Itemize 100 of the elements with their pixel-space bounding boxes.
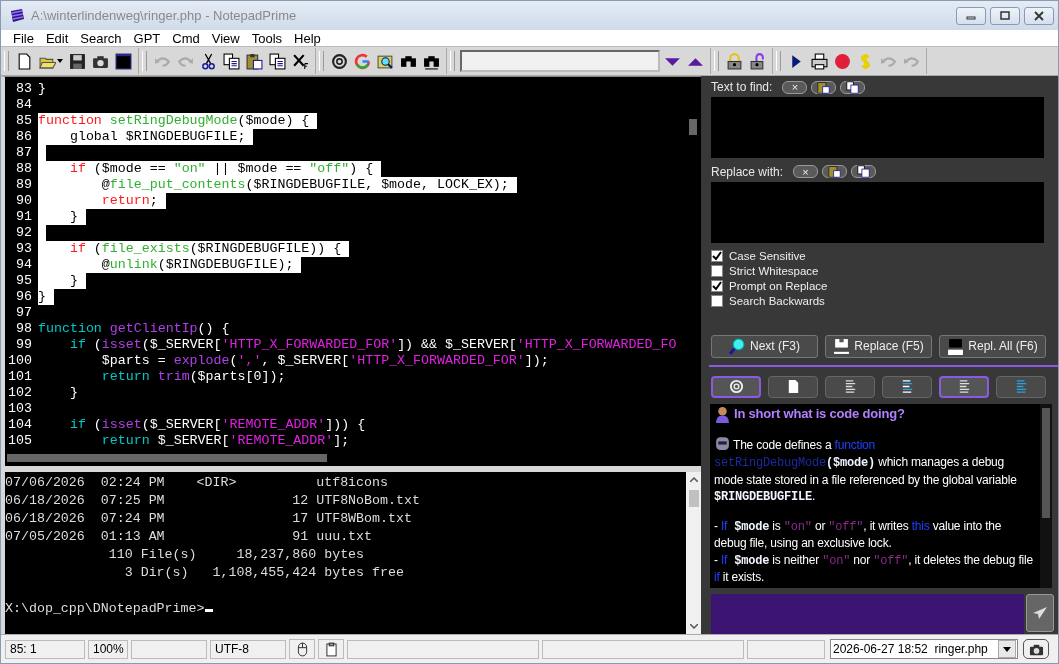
clipboard-icon	[325, 641, 337, 657]
copy-button[interactable]	[851, 165, 877, 179]
menu-item[interactable]: Tools	[245, 30, 289, 46]
menu-item[interactable]: Search	[74, 30, 128, 46]
menu-item[interactable]: View	[205, 30, 246, 46]
user-avatar-icon	[714, 405, 731, 423]
maximize-icon	[999, 10, 1011, 21]
line-number: 84	[15, 97, 32, 113]
paste-button[interactable]	[822, 165, 848, 179]
checkmark-icon	[712, 251, 722, 262]
clipboard-icon	[828, 165, 842, 179]
line-number: 95	[15, 273, 32, 289]
terminal-line: 07/06/2026 02:24 PM <DIR> utf8icons	[5, 474, 389, 492]
paste-button[interactable]	[811, 80, 837, 94]
checkbox[interactable]	[711, 250, 723, 263]
magnifier-icon	[729, 337, 746, 355]
terminal-line: 07/05/2026 01:13 AM 91 uuu.txt	[5, 528, 374, 546]
line-number: 98	[15, 321, 32, 337]
checkbox-label: Case Sensitive	[729, 250, 806, 263]
scrollbar-thumb[interactable]	[689, 119, 697, 135]
checkbox-label: Search Backwards	[729, 295, 825, 308]
text-cursor	[204, 609, 213, 612]
copy-button[interactable]	[840, 80, 866, 94]
menu-item[interactable]: File	[7, 30, 40, 46]
code-line: return $_SERVER['REMOTE_ADDR'];	[100, 433, 350, 449]
line-number: 94	[15, 257, 32, 273]
clear-button[interactable]: ×	[782, 80, 808, 94]
print-icon[interactable]	[809, 50, 830, 72]
cursor-position: 85: 1	[5, 639, 85, 659]
scrollbar[interactable]	[686, 472, 701, 634]
line-number: 88	[15, 161, 32, 177]
line-number: 83	[15, 81, 32, 97]
close-icon	[1033, 10, 1045, 21]
view-tab[interactable]	[825, 375, 875, 398]
menu-item[interactable]: GPT	[127, 30, 167, 46]
copy-icon	[857, 165, 871, 179]
menu-item[interactable]: Cmd	[166, 30, 206, 46]
scrollbar-thumb[interactable]	[1042, 407, 1050, 518]
menu-item[interactable]: Edit	[39, 30, 75, 46]
line-number: 91	[15, 209, 32, 225]
next-button[interactable]: Next (F3)	[711, 334, 818, 358]
close-button[interactable]	[1024, 6, 1054, 25]
menu-item[interactable]: Help	[288, 30, 327, 46]
maximize-button[interactable]	[990, 6, 1020, 25]
replace-button[interactable]: Replace (F5)	[825, 334, 932, 358]
code-line: $parts = explode(',', $_SERVER['HTTP_X_FORWARDED_FOR']);	[100, 353, 549, 369]
code-editor[interactable]	[1, 76, 701, 466]
scroll-down-icon[interactable]	[689, 624, 698, 629]
scroll-up-icon[interactable]	[689, 477, 698, 482]
view-tab[interactable]	[882, 375, 932, 398]
line-number: 87	[15, 145, 32, 161]
view-tab[interactable]	[711, 375, 761, 398]
clear-button[interactable]: ×	[793, 165, 819, 179]
code-line: }	[38, 81, 46, 97]
terminal-line: 110 File(s) 18,237,860 bytes	[107, 546, 366, 564]
checkbox-label: Prompt on Replace	[729, 280, 828, 293]
mouse-button[interactable]	[289, 639, 315, 659]
console-icon[interactable]	[113, 50, 134, 72]
replace-field[interactable]	[711, 181, 1044, 243]
field-label: Text to find:	[711, 80, 773, 94]
terminal-line: 3 Dir(s) 1,108,455,424 bytes free	[123, 564, 405, 582]
find-field[interactable]	[711, 97, 1044, 158]
zoom-level: 100%	[88, 639, 128, 659]
camera-button[interactable]	[1023, 639, 1049, 659]
checkmark-icon	[712, 281, 722, 292]
window-title: A:\winterlindenweg\ringer.php - NotepadPrime	[31, 8, 297, 23]
lock-icon[interactable]	[724, 50, 745, 72]
clipboard-button[interactable]	[318, 639, 344, 659]
checkbox[interactable]	[711, 295, 723, 308]
terminal-prompt: X:\dop_cpp\DNotepadPrime>	[5, 601, 205, 616]
line-number: 97	[15, 305, 32, 321]
checkbox[interactable]	[711, 265, 723, 278]
copy-icon[interactable]	[221, 50, 242, 72]
code-line: function getClientIp() {	[38, 321, 230, 337]
code-line: if (isset($_SERVER['HTTP_X_FORWARDED_FOR']) && $_SERVER['HTTP_X_FORWARDED_FO	[68, 337, 677, 353]
copy-icon	[846, 80, 860, 94]
search-field[interactable]	[460, 50, 660, 72]
checkbox[interactable]	[711, 280, 723, 293]
copy-file-icon[interactable]	[267, 50, 288, 72]
view-tab[interactable]	[939, 375, 989, 398]
field-label: Replace with:	[711, 164, 784, 179]
minimize-button[interactable]	[956, 6, 986, 25]
chat-answer-text: The code defines a function setRingDebugMode($mode) which manages a debug mode state stored in a file referenced by the global variable $RINGDEBUGFILE.	[714, 434, 1036, 506]
dropdown-caret-icon	[1003, 646, 1011, 652]
line-number: 104	[7, 417, 32, 433]
replace-all-button[interactable]: Repl. All (F6)	[939, 334, 1046, 358]
send-button[interactable]	[1026, 594, 1054, 632]
send-icon	[1032, 605, 1048, 621]
chat-answer-text: - If $mode is neither "on" nor "off", it deletes the debug file if it exists.	[714, 551, 1034, 586]
line-number: 86	[15, 129, 32, 145]
notepad-icon	[9, 7, 25, 24]
line-number: 96	[15, 289, 32, 305]
scrollbar-thumb[interactable]	[7, 454, 327, 462]
scrollbar-thumb[interactable]	[688, 490, 699, 507]
encoding: UTF-8	[210, 639, 286, 659]
view-tab[interactable]	[768, 375, 818, 398]
file-dropdown[interactable]: 2026-06-27 18:52 ringer.php	[830, 639, 1018, 659]
line-number: 89	[15, 177, 32, 193]
chat-input[interactable]	[711, 594, 1024, 634]
chat-answer-text: - If $mode is "on" or "off", it writes this value into the debug file, using an exclusive lock.	[714, 517, 1003, 552]
